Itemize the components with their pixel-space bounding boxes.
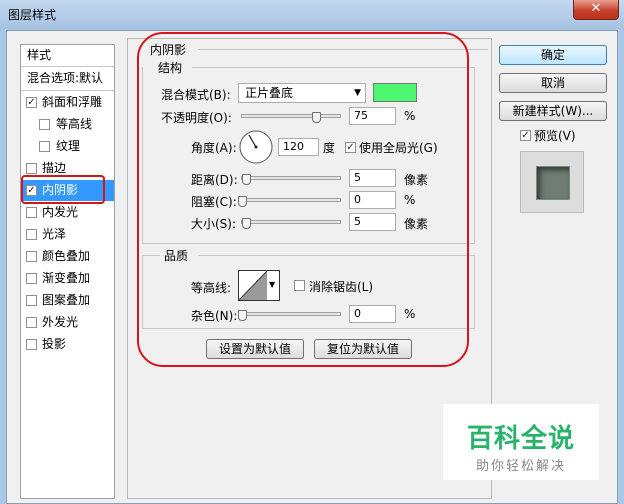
style-item-drop-shadow[interactable]: 投影 (21, 334, 114, 355)
preview-label: 预览(V) (534, 129, 576, 143)
styles-header[interactable]: 样式 (21, 45, 114, 66)
close-button[interactable]: ✕ (573, 0, 619, 20)
style-item-contour[interactable]: 等高线 (21, 114, 114, 135)
inner-glow-checkbox[interactable] (26, 207, 37, 218)
highlight-annotation (21, 175, 105, 204)
watermark-subtitle: 助你轻松解决 (475, 459, 566, 474)
styles-list: 样式 混合选项:默认 ✓ 斜面和浮雕 等高线 纹理 描边 ✓ 内阴影 内发光 光… (20, 44, 115, 499)
style-item-gradient-overlay[interactable]: 渐变叠加 (21, 268, 114, 289)
style-item-satin[interactable]: 光泽 (21, 224, 114, 245)
watermark-title: 百科全说 (466, 424, 575, 454)
preview-checkbox[interactable]: ✓ (520, 130, 531, 141)
preview-swatch (536, 166, 570, 200)
blend-options-item[interactable]: 混合选项:默认 (21, 68, 114, 89)
stroke-checkbox[interactable] (26, 163, 37, 174)
style-preview (520, 151, 584, 213)
window-title: 图层样式 (8, 8, 57, 22)
title-bar: 图层样式 ✕ (0, 0, 624, 30)
style-item-color-overlay[interactable]: 颜色叠加 (21, 246, 114, 267)
drop-shadow-checkbox[interactable] (26, 339, 37, 350)
new-style-button[interactable]: 新建样式(W)... (499, 101, 607, 121)
cancel-button[interactable]: 取消 (499, 73, 607, 93)
settings-annotation (137, 32, 469, 367)
ok-button[interactable]: 确定 (499, 45, 607, 65)
outer-glow-checkbox[interactable] (26, 317, 37, 328)
watermark: 百科全说 助你轻松解决 (443, 404, 599, 480)
color-overlay-checkbox[interactable] (26, 251, 37, 262)
style-item-bevel[interactable]: ✓ 斜面和浮雕 (21, 92, 114, 113)
gradient-overlay-checkbox[interactable] (26, 273, 37, 284)
contour-checkbox[interactable] (39, 119, 50, 130)
pattern-overlay-checkbox[interactable] (26, 295, 37, 306)
bevel-checkbox[interactable]: ✓ (26, 97, 37, 108)
close-icon: ✕ (590, 1, 602, 16)
style-item-inner-glow[interactable]: 内发光 (21, 202, 114, 223)
style-item-outer-glow[interactable]: 外发光 (21, 312, 114, 333)
dialog-body: 样式 混合选项:默认 ✓ 斜面和浮雕 等高线 纹理 描边 ✓ 内阴影 内发光 光… (6, 30, 618, 504)
satin-checkbox[interactable] (26, 229, 37, 240)
style-item-texture[interactable]: 纹理 (21, 136, 114, 157)
texture-checkbox[interactable] (39, 141, 50, 152)
style-item-pattern-overlay[interactable]: 图案叠加 (21, 290, 114, 311)
